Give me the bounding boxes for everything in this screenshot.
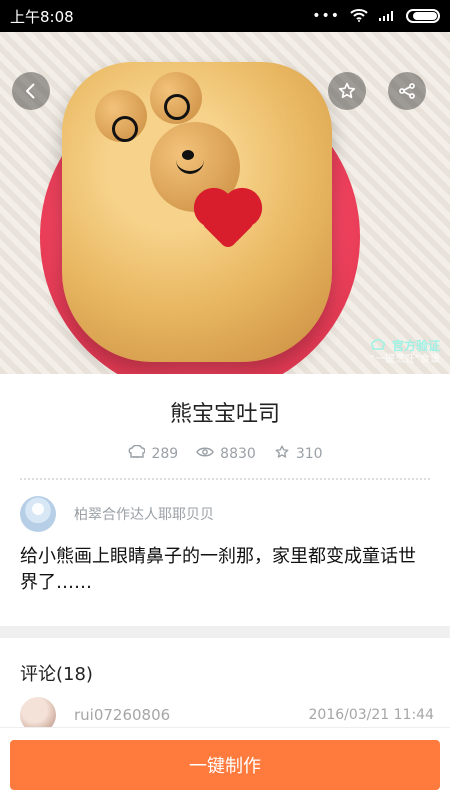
recipe-title: 熊宝宝吐司 [169, 402, 280, 427]
watermark-main-text: 官方验证 [391, 339, 440, 354]
recipe-content: 熊宝宝吐司 289 8830 310 柏翠合作达人耶耶贝贝 给小熊画上眼睛鼻子的… [0, 374, 450, 800]
bottom-action-bar: 一键制作 [0, 727, 450, 800]
signal-icon [378, 7, 396, 26]
recipe-hero-image: 官方验证 “一键烹饪”食谱 [0, 32, 450, 374]
dotted-divider [20, 478, 430, 480]
comment-username[interactable]: rui07260806 [74, 706, 170, 724]
author-name[interactable]: 柏翠合作达人耶耶贝贝 [74, 504, 214, 524]
star-outline-icon [274, 444, 290, 464]
wifi-icon [350, 7, 368, 26]
stat-views-count: 8830 [220, 446, 256, 462]
chef-hat-outline-icon [127, 444, 146, 463]
star-icon [337, 81, 357, 101]
battery-icon [406, 9, 440, 23]
favorite-button[interactable] [328, 72, 366, 110]
more-dots-icon: ••• [312, 8, 340, 24]
watermark-main: 官方验证 [370, 338, 440, 354]
stat-made-count: 289 [151, 446, 179, 462]
bear-eye-ring-left [112, 116, 138, 142]
one-click-make-button[interactable]: 一键制作 [10, 740, 440, 790]
bear-eye-ring-right [164, 94, 190, 120]
stat-favorites-count: 310 [295, 446, 323, 462]
share-button[interactable] [388, 72, 426, 110]
author-row[interactable]: 柏翠合作达人耶耶贝贝 [20, 496, 214, 532]
back-button[interactable] [12, 72, 50, 110]
watermark-sub: “一键烹饪”食谱 [369, 354, 440, 365]
watermark: 官方验证 “一键烹饪”食谱 [369, 338, 440, 366]
status-bar: 上午8:08 ••• [0, 0, 450, 32]
share-icon [397, 81, 417, 101]
stat-favorites: 310 [274, 444, 323, 464]
eye-icon [196, 445, 214, 463]
status-icons: ••• [312, 7, 440, 26]
stat-made: 289 [127, 444, 178, 464]
recipe-stats: 289 8830 310 [0, 444, 450, 464]
bear-nose [182, 150, 194, 160]
status-time: 上午8:08 [10, 7, 74, 26]
section-separator [0, 626, 450, 638]
author-avatar[interactable] [20, 496, 56, 532]
chef-hat-icon [370, 338, 386, 354]
chevron-left-icon [22, 82, 40, 100]
stat-views: 8830 [196, 444, 256, 464]
comment-time: 2016/03/21 11:44 [308, 707, 435, 723]
recipe-description: 给小熊画上眼睛鼻子的一刹那，家里都变成童话世界了…… [20, 546, 416, 594]
comments-title[interactable]: 评论(18) [20, 660, 93, 686]
